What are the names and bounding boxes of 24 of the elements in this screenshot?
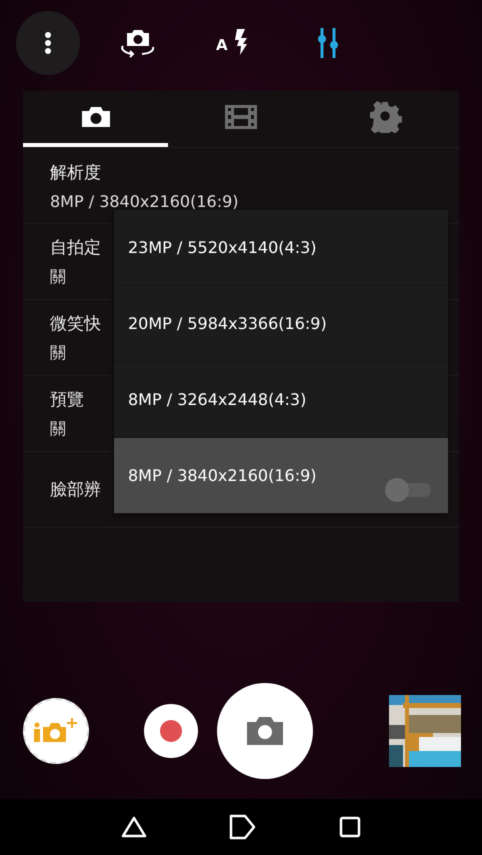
setting-value: 關	[50, 418, 66, 440]
record-icon	[160, 720, 182, 742]
sliders-icon	[316, 27, 340, 59]
setting-title: 解析度	[50, 162, 101, 184]
menu-option[interactable]: 8MP / 3264x2448(4:3)	[114, 362, 448, 438]
menu-option[interactable]: 20MP / 5984x3366(16:9)	[114, 286, 448, 362]
setting-title: 自拍定	[50, 236, 101, 258]
more-icon	[44, 31, 52, 55]
setting-value: 8MP / 3840x2160(16:9)	[50, 192, 239, 210]
settings-icon	[370, 101, 402, 133]
home-icon	[229, 814, 257, 840]
setting-value: 關	[50, 342, 66, 364]
camera-icon	[246, 716, 284, 746]
flash-mode-button[interactable]: A	[201, 11, 265, 75]
recent-apps-icon	[339, 816, 361, 838]
camera-icon	[80, 106, 111, 128]
setting-value: 關	[50, 266, 66, 288]
setting-title: 預覽	[50, 388, 84, 410]
setting-title: 微笑快	[50, 312, 101, 334]
film-icon	[224, 104, 258, 130]
menu-option[interactable]: 8MP / 3840x2160(16:9)	[114, 438, 448, 514]
menu-option[interactable]: 23MP / 5520x4140(4:3)	[114, 210, 448, 286]
setting-title: 臉部辨	[50, 479, 101, 501]
back-icon	[121, 816, 147, 838]
